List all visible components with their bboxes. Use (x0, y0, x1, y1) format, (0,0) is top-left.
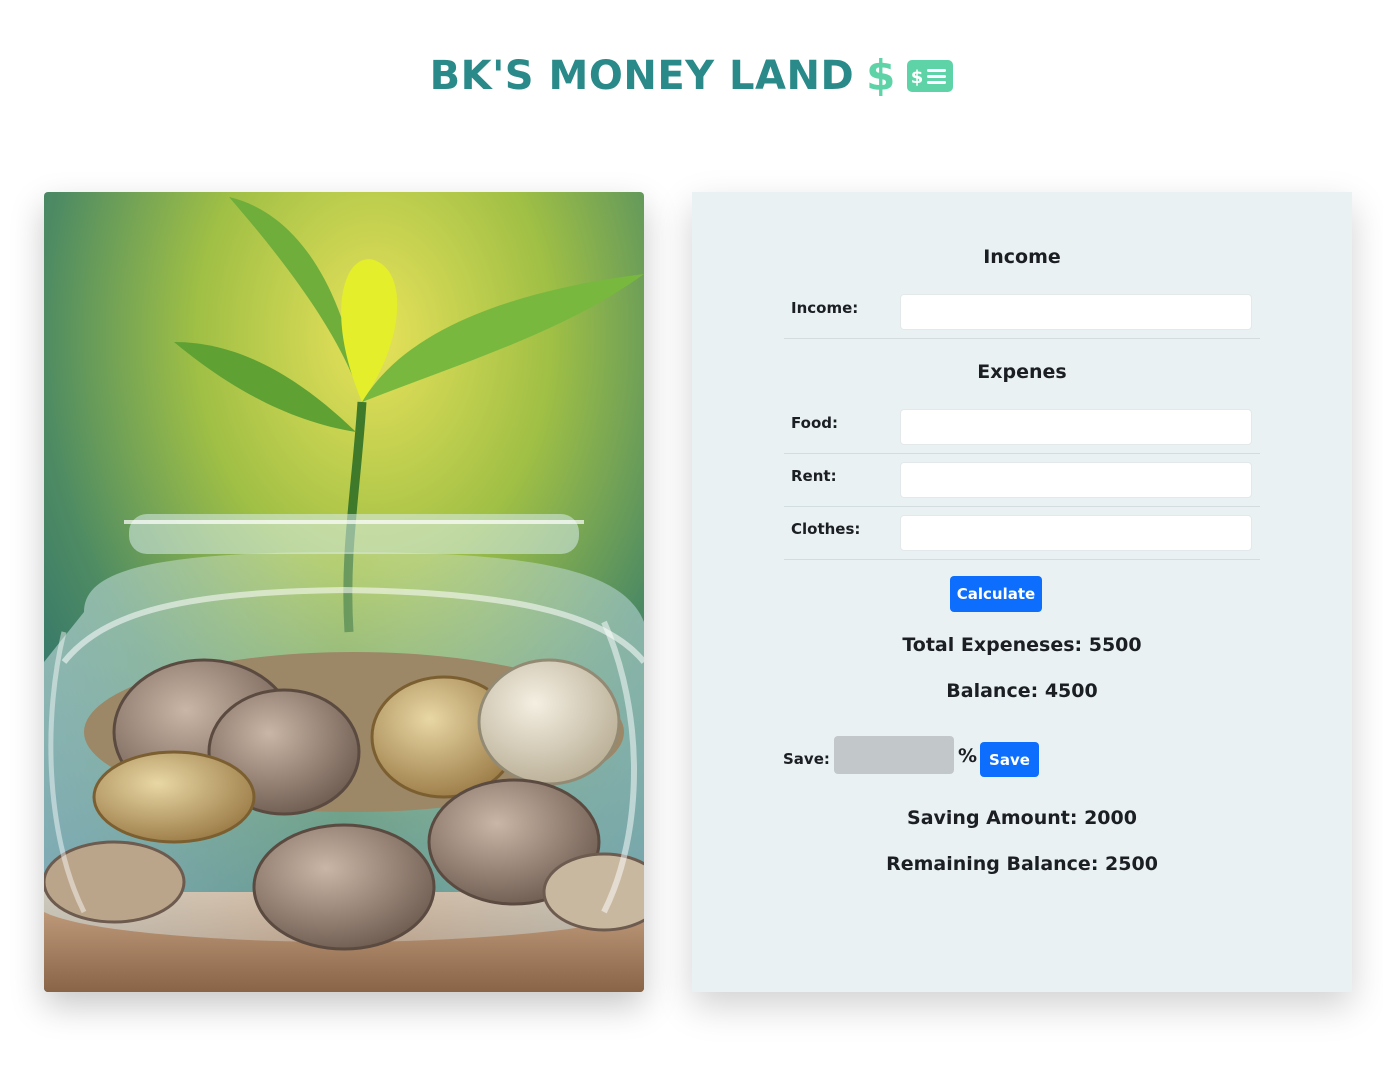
total-expenses-text: Total Expeneses: 5500 (902, 634, 1142, 656)
calculate-button[interactable]: Calculate (950, 576, 1042, 612)
dollar-icon: $ (866, 51, 896, 100)
clothes-label: Clothes: (791, 520, 861, 538)
money-bill-icon: $ (907, 60, 954, 92)
page-title: BK'S MONEY LAND (429, 53, 855, 99)
balance-text: Balance: 4500 (946, 680, 1098, 702)
food-input[interactable] (900, 409, 1252, 445)
clothes-divider (784, 559, 1260, 560)
save-percent-input[interactable] (834, 736, 954, 774)
bill-dollar-glyph: $ (911, 67, 924, 88)
food-divider (784, 453, 1260, 454)
rent-divider (784, 506, 1260, 507)
income-label: Income: (791, 299, 859, 317)
rent-label: Rent: (791, 467, 837, 485)
save-label: Save: (783, 750, 830, 768)
food-label: Food: (791, 414, 838, 432)
save-button[interactable]: Save (980, 742, 1039, 777)
income-divider (784, 338, 1260, 339)
remaining-balance-text: Remaining Balance: 2500 (886, 853, 1158, 875)
clothes-input[interactable] (900, 515, 1252, 551)
saving-amount-text: Saving Amount: 2000 (907, 807, 1137, 829)
coin-jar-plant-illustration (44, 192, 644, 992)
expenses-section-title: Expenes (977, 361, 1067, 383)
income-input[interactable] (900, 294, 1252, 330)
income-section-title: Income (983, 246, 1061, 268)
calculator-panel: Income Income: Expenes Food: Rent: Cloth… (692, 192, 1352, 992)
coin-jar-photo (44, 192, 644, 992)
page-header: BK'S MONEY LAND $ $ (0, 48, 1383, 104)
rent-input[interactable] (900, 462, 1252, 498)
percent-sign: % (958, 745, 978, 767)
